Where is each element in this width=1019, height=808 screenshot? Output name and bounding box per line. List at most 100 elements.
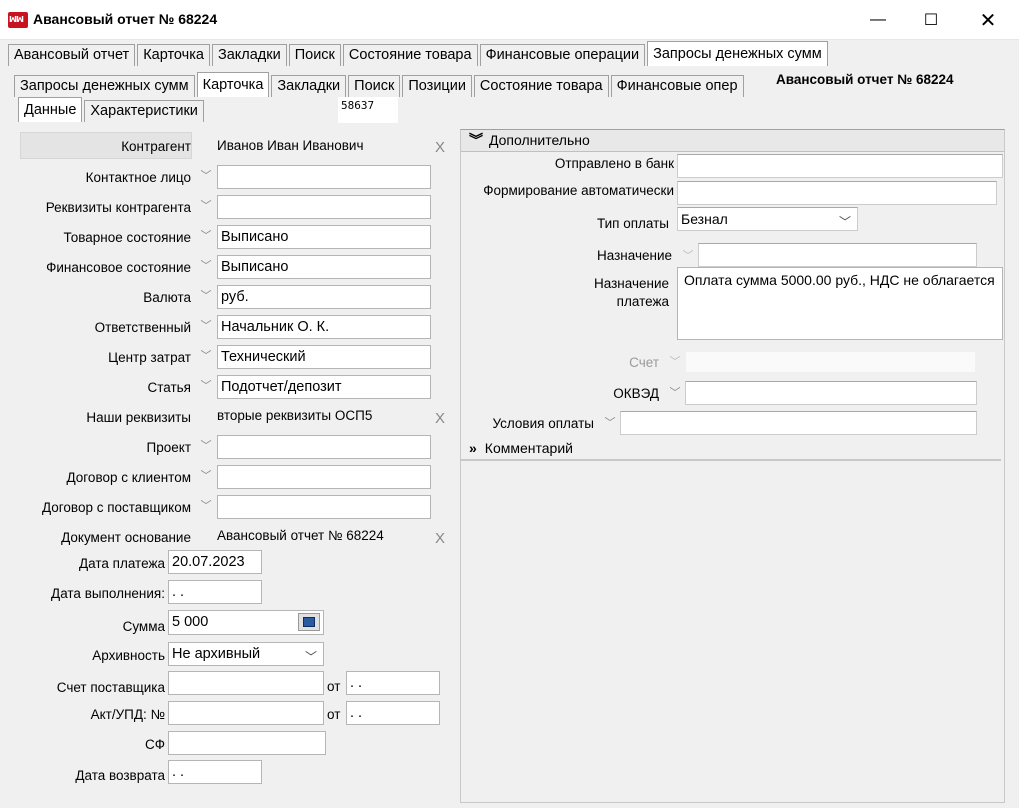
subtab-bookmarks[interactable]: Закладки [271, 75, 347, 97]
our-requisites-value[interactable]: вторые реквизиты ОСП5 [217, 408, 372, 423]
tab-data[interactable]: Данные [18, 97, 83, 122]
clear-our-requisites-icon[interactable]: X [435, 410, 445, 427]
article-field[interactable]: Подотчет/депозит [217, 375, 431, 399]
payment-type-label: Тип оплаты [596, 216, 669, 231]
account-field[interactable] [686, 352, 975, 372]
okved-field[interactable] [685, 381, 977, 405]
chevron-down-icon[interactable]: ﹀ [198, 348, 214, 364]
exec-date-label: Дата выполнения: [51, 586, 165, 601]
tab-search[interactable]: Поиск [288, 44, 341, 66]
chevron-down-icon[interactable]: ﹀ [198, 168, 214, 184]
responsible-field[interactable]: Начальник О. К. [217, 315, 431, 339]
requisites-field[interactable] [217, 195, 431, 219]
calculator-button[interactable] [298, 613, 320, 631]
tab-fin-operations[interactable]: Финансовые операции [479, 44, 646, 66]
subtab-search[interactable]: Поиск [348, 75, 401, 97]
data-tab-bar: Данные Характеристики [18, 97, 206, 122]
sum-label: Сумма [122, 619, 165, 634]
tab-goods-state[interactable]: Состояние товара [342, 44, 478, 66]
minimize-button[interactable]: — [852, 0, 904, 40]
chevron-down-icon[interactable]: ﹀ [198, 498, 214, 514]
okved-label: ОКВЭД [613, 386, 659, 401]
pay-date-field[interactable]: 20.07.2023 [168, 550, 262, 574]
title-bar: ꟽꟽ Авансовый отчет № 68224 — ☐ ✕ [0, 0, 1019, 40]
purpose-field[interactable] [698, 243, 977, 267]
app-logo-icon: ꟽꟽ [8, 12, 28, 28]
subtab-card[interactable]: Карточка [196, 72, 270, 97]
cost-center-field[interactable]: Технический [217, 345, 431, 369]
client-contract-field[interactable] [217, 465, 431, 489]
payment-purpose-label-1: Назначение [593, 276, 669, 291]
subtab-positions[interactable]: Позиции [402, 75, 472, 97]
additional-section-header[interactable]: ︾ Дополнительно [461, 130, 1004, 152]
pay-terms-label: Условия оплаты [492, 416, 594, 431]
exec-date-field[interactable]: . . [168, 580, 262, 604]
chevron-down-icon[interactable]: ﹀ [667, 385, 683, 401]
sf-field[interactable] [168, 731, 326, 755]
auto-form-field[interactable] [677, 181, 997, 205]
supplier-invoice-field[interactable] [168, 671, 324, 695]
payment-type-value: Безнал [681, 211, 728, 227]
main-tab-bar: Авансовый отчет Карточка Закладки Поиск … [8, 41, 830, 66]
subtab-fin-operations[interactable]: Финансовые опер [610, 75, 744, 97]
currency-label: Валюта [143, 290, 191, 305]
chevron-down-icon[interactable]: ﹀ [198, 288, 214, 304]
goods-state-field[interactable]: Выписано [217, 225, 431, 249]
tab-advance-report[interactable]: Авансовый отчет [8, 44, 136, 66]
from-label: от [327, 707, 341, 722]
kontragent-label: Контрагент [121, 139, 191, 154]
maximize-button[interactable]: ☐ [905, 0, 957, 40]
chevron-down-icon: ﹀ [838, 215, 851, 229]
kontragent-value[interactable]: Иванов Иван Иванович [217, 138, 364, 153]
archive-select[interactable]: Не архивный ﹀ [168, 642, 324, 666]
subtab-goods-state[interactable]: Состояние товара [473, 75, 609, 97]
return-date-field[interactable]: . . [168, 760, 262, 784]
clear-kontragent-icon[interactable]: X [435, 139, 445, 156]
chevron-down-icon[interactable]: ﹀ [602, 415, 618, 431]
chevron-down-icon[interactable]: ﹀ [198, 198, 214, 214]
article-label: Статья [147, 380, 191, 395]
base-doc-value[interactable]: Авансовый отчет № 68224 [217, 528, 384, 543]
comment-header-label: Комментарий [484, 440, 573, 456]
chevron-down-icon[interactable]: ﹀ [667, 354, 683, 370]
tab-bookmarks[interactable]: Закладки [211, 44, 287, 66]
chevron-down-icon[interactable]: ﹀ [198, 318, 214, 334]
clear-base-doc-icon[interactable]: X [435, 530, 445, 547]
chevron-down-icon[interactable]: ﹀ [198, 228, 214, 244]
tab-characteristics[interactable]: Характеристики [84, 100, 204, 122]
cost-center-label: Центр затрат [108, 350, 191, 365]
subtab-money-requests[interactable]: Запросы денежных сумм [14, 75, 195, 97]
calculator-icon [303, 617, 315, 627]
chevron-down-icon[interactable]: ﹀ [198, 258, 214, 274]
comment-section-header[interactable]: » Комментарий [461, 437, 1001, 461]
payment-purpose-textarea[interactable]: Оплата сумма 5000.00 руб., НДС не облага… [677, 267, 1003, 340]
additional-header-label: Дополнительно [489, 132, 590, 148]
chevron-down-icon[interactable]: ﹀ [680, 248, 696, 264]
tab-card[interactable]: Карточка [137, 44, 210, 66]
act-date-field[interactable]: . . [346, 701, 440, 725]
currency-field[interactable]: руб. [217, 285, 431, 309]
act-field[interactable] [168, 701, 324, 725]
supplier-contract-field[interactable] [217, 495, 431, 519]
chevron-down-icon: ﹀ [304, 650, 317, 664]
tab-money-requests[interactable]: Запросы денежных сумм [647, 41, 828, 66]
document-number: 58637 [338, 97, 398, 123]
from-label: от [327, 679, 341, 694]
fin-state-field[interactable]: Выписано [217, 255, 431, 279]
project-label: Проект [146, 440, 191, 455]
pay-terms-field[interactable] [620, 411, 977, 435]
fin-state-label: Финансовое состояние [46, 260, 191, 275]
chevron-down-icon[interactable]: ﹀ [198, 438, 214, 454]
supplier-invoice-date-field[interactable]: . . [346, 671, 440, 695]
payment-type-select[interactable]: Безнал ﹀ [677, 207, 858, 231]
project-field[interactable] [217, 435, 431, 459]
chevron-down-icon[interactable]: ﹀ [198, 468, 214, 484]
sent-bank-field[interactable] [677, 154, 1003, 178]
archive-select-value: Не архивный [172, 646, 261, 662]
close-button[interactable]: ✕ [962, 0, 1014, 40]
responsible-label: Ответственный [94, 320, 191, 335]
return-date-label: Дата возврата [75, 768, 165, 783]
our-requisites-label: Наши реквизиты [86, 410, 191, 425]
chevron-down-icon[interactable]: ﹀ [198, 378, 214, 394]
contact-field[interactable] [217, 165, 431, 189]
